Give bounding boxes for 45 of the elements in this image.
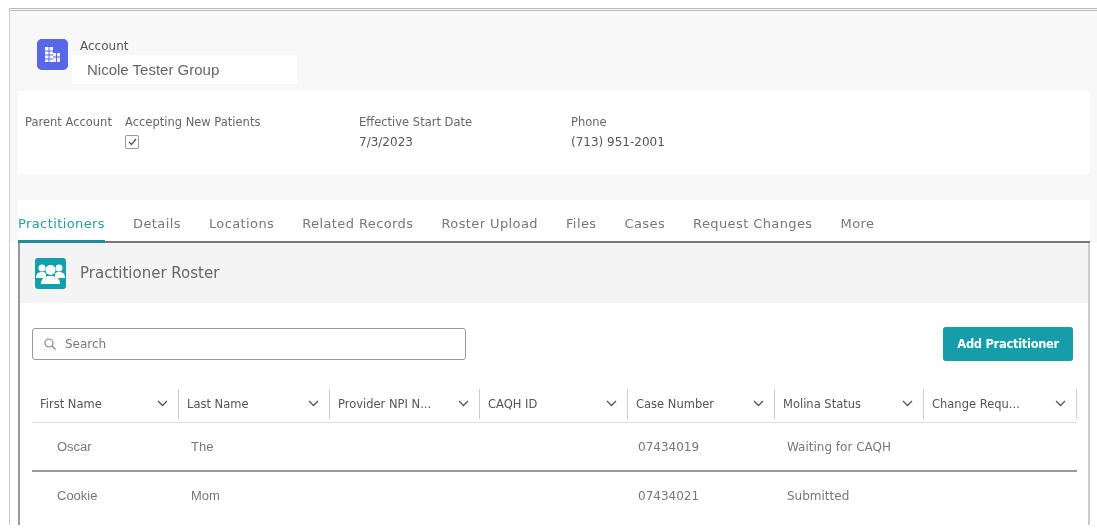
tab[interactable]: More [840,216,875,243]
tab[interactable]: Details [133,216,181,243]
add-practitioner-button[interactable]: Add Practitioner [943,327,1073,361]
column-header[interactable]: Case Number [636,396,714,411]
chevron-down-icon[interactable] [458,400,469,407]
tab[interactable]: Related Records [302,216,414,243]
tab[interactable]: Cases [624,216,666,243]
chevron-down-icon[interactable] [753,400,764,407]
field-label: Accepting New Patients [125,115,262,129]
chevron-down-icon[interactable] [308,400,319,407]
column-header[interactable]: Provider NPI N... [338,396,432,411]
chevron-down-icon[interactable] [902,400,913,407]
checkbox[interactable] [125,135,139,149]
tab[interactable]: Locations [208,216,275,243]
table-cell: Cookie [57,488,98,503]
column-header[interactable]: First Name [40,396,102,411]
contacts-icon [35,257,66,289]
table-cell: Oscar [57,439,92,454]
field-value: 7/3/2023 [359,135,414,149]
table-cell: Submitted [787,489,850,503]
tab[interactable]: Request Changes [693,216,813,243]
table-cell: 07434019 [638,440,700,454]
search-field[interactable]: Search [32,328,466,360]
table-cell: 07434021 [638,489,700,503]
column-header[interactable]: Last Name [187,396,249,411]
table-cell: The [191,439,214,454]
search-icon [44,338,56,350]
panel-title: Practitioner Roster [80,264,220,282]
chevron-down-icon[interactable] [157,400,168,407]
field-value: (713) 951-2001 [571,135,666,149]
account-name: Nicole Tester Group [72,55,297,84]
column-header[interactable]: CAQH ID [488,396,538,411]
building-icon [37,39,68,70]
chevron-down-icon[interactable] [1055,400,1066,407]
field-label: Parent Account [25,115,113,129]
column-header[interactable]: Molina Status [783,396,861,411]
chevron-down-icon[interactable] [606,400,617,407]
field-label: Effective Start Date [359,115,474,129]
tab[interactable]: Roster Upload [441,216,538,243]
account-label: Account [80,39,130,53]
column-header[interactable]: Change Requ... [932,396,1020,411]
table-cell: Waiting for CAQH [787,440,892,454]
table-cell: Mom [191,488,220,503]
field-label: Phone [571,115,608,129]
tab[interactable]: Files [565,216,597,243]
